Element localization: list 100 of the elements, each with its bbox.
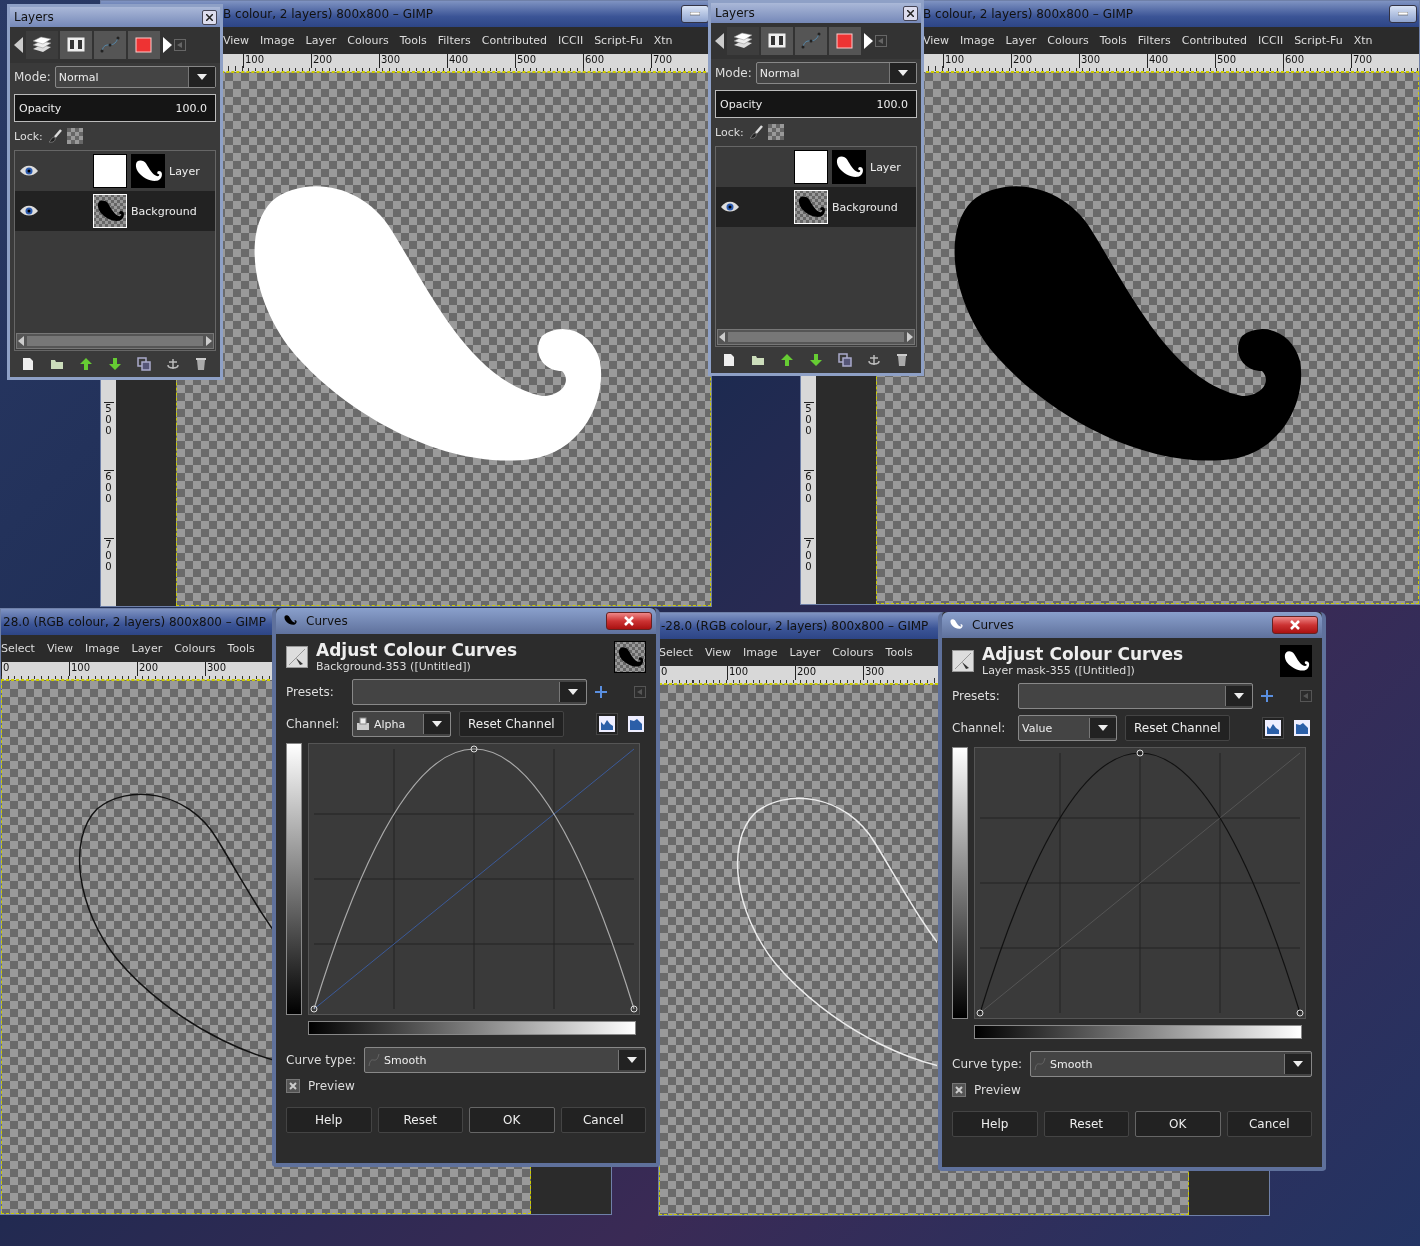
eye-icon[interactable]: [19, 164, 39, 178]
dialog-button[interactable]: Cancel: [560, 1107, 646, 1133]
anchor-icon[interactable]: [866, 353, 881, 367]
presets-dropdown[interactable]: [1018, 683, 1253, 709]
horizontal-scrollbar[interactable]: [16, 333, 214, 349]
close-button[interactable]: [1272, 616, 1318, 634]
reset-channel-button[interactable]: Reset Channel: [459, 711, 564, 737]
menu-item[interactable]: ICCII: [1258, 34, 1284, 47]
menu-item[interactable]: View: [923, 34, 950, 47]
menu-item[interactable]: Contributed: [1181, 34, 1248, 47]
down-arrow-icon[interactable]: [107, 357, 122, 371]
paintbrush-icon[interactable]: [747, 124, 764, 140]
dialog-heading: Adjust Colour Curves: [982, 644, 1185, 664]
curve-type-dropdown[interactable]: Smooth: [364, 1047, 646, 1073]
eye-icon[interactable]: [19, 204, 39, 218]
menu-item[interactable]: View: [46, 642, 74, 655]
menu-item[interactable]: Tools: [1099, 34, 1127, 47]
checkerboard-icon[interactable]: [767, 124, 784, 140]
opacity-slider[interactable]: Opacity 100.0: [715, 90, 917, 118]
curve-type-dropdown[interactable]: Smooth: [1030, 1051, 1312, 1077]
up-arrow-icon[interactable]: [780, 353, 795, 367]
menu-item[interactable]: Layer: [1005, 34, 1037, 47]
duplicate-icon[interactable]: [136, 357, 151, 371]
folder-icon[interactable]: [50, 357, 65, 371]
left-arrow-icon[interactable]: [14, 37, 24, 53]
menu-item[interactable]: View: [704, 646, 732, 659]
menu-item[interactable]: Layer: [305, 34, 337, 47]
folder-icon[interactable]: [751, 353, 766, 367]
close-button[interactable]: [202, 9, 217, 25]
channel-dropdown[interactable]: Alpha: [352, 711, 451, 737]
menu-item[interactable]: Image: [260, 34, 295, 47]
mode-dropdown[interactable]: Normal: [755, 62, 917, 84]
eye-icon[interactable]: [720, 200, 740, 214]
menu-item[interactable]: Xtn: [653, 34, 673, 47]
minimize-button[interactable]: [681, 5, 709, 23]
preview-checkbox[interactable]: [286, 1079, 300, 1093]
dialog-button[interactable]: OK: [1135, 1111, 1221, 1137]
log-histogram-button[interactable]: [626, 714, 646, 734]
menu-item[interactable]: Contributed: [481, 34, 548, 47]
menu-item[interactable]: Tools: [885, 646, 913, 659]
menu-item[interactable]: Tools: [227, 642, 255, 655]
menu-item[interactable]: Select: [1, 642, 35, 655]
menu-item[interactable]: Colours: [832, 646, 874, 659]
menu-item[interactable]: Image: [85, 642, 120, 655]
channel-dropdown[interactable]: Value: [1018, 715, 1117, 741]
menu-item[interactable]: Filters: [437, 34, 471, 47]
add-icon[interactable]: [1261, 690, 1273, 702]
down-arrow-icon[interactable]: [808, 353, 823, 367]
menu-item[interactable]: Image: [960, 34, 995, 47]
close-button[interactable]: [606, 612, 652, 630]
dialog-button[interactable]: Help: [286, 1107, 372, 1133]
menu-item[interactable]: Colours: [347, 34, 389, 47]
dock-tab[interactable]: [761, 27, 793, 55]
dialog-button[interactable]: Cancel: [1226, 1111, 1312, 1137]
dialog-button[interactable]: OK: [469, 1107, 555, 1133]
anchor-icon[interactable]: [165, 357, 180, 371]
menu-item[interactable]: Tools: [399, 34, 427, 47]
up-arrow-icon[interactable]: [79, 357, 94, 371]
paintbrush-icon[interactable]: [46, 128, 63, 144]
menu-item[interactable]: Layer: [789, 646, 821, 659]
dialog-button[interactable]: Help: [952, 1111, 1038, 1137]
dock-tab[interactable]: [727, 27, 759, 55]
new-page-icon[interactable]: [722, 353, 737, 367]
layer-row[interactable]: Background: [716, 187, 916, 227]
layer-row[interactable]: Background: [15, 191, 215, 231]
dialog-button[interactable]: Reset: [377, 1107, 463, 1133]
menu-item[interactable]: ICCII: [558, 34, 584, 47]
checkerboard-icon[interactable]: [66, 128, 83, 144]
linear-histogram-button[interactable]: [596, 713, 618, 735]
dock-tab[interactable]: [26, 31, 58, 59]
minimize-button[interactable]: [1389, 5, 1417, 23]
right-arrow-icon[interactable]: [863, 33, 873, 49]
dialog-button[interactable]: Reset: [1043, 1111, 1129, 1137]
duplicate-icon[interactable]: [837, 353, 852, 367]
menu-item[interactable]: Script-Fu: [594, 34, 643, 47]
preview-checkbox[interactable]: [952, 1083, 966, 1097]
linear-histogram-button[interactable]: [1262, 717, 1284, 739]
right-arrow-icon[interactable]: [162, 37, 172, 53]
menu-item[interactable]: Layer: [131, 642, 163, 655]
left-arrow-icon[interactable]: [715, 33, 725, 49]
menu-item[interactable]: Colours: [1047, 34, 1089, 47]
menu-item[interactable]: View: [223, 34, 250, 47]
trash-icon[interactable]: [194, 357, 209, 371]
new-page-icon[interactable]: [21, 357, 36, 371]
menu-item[interactable]: Image: [743, 646, 778, 659]
menu-item[interactable]: Select: [659, 646, 693, 659]
menu-item[interactable]: Script-Fu: [1294, 34, 1343, 47]
dock-tab[interactable]: [60, 31, 92, 59]
reset-channel-button[interactable]: Reset Channel: [1125, 715, 1230, 741]
opacity-slider[interactable]: Opacity 100.0: [14, 94, 216, 122]
mode-dropdown[interactable]: Normal: [54, 66, 216, 88]
log-histogram-button[interactable]: [1292, 718, 1312, 738]
horizontal-scrollbar[interactable]: [717, 329, 915, 345]
close-button[interactable]: [903, 5, 918, 21]
menu-item[interactable]: Xtn: [1353, 34, 1373, 47]
presets-dropdown[interactable]: [352, 679, 587, 705]
menu-item[interactable]: Colours: [174, 642, 216, 655]
menu-item[interactable]: Filters: [1137, 34, 1171, 47]
add-icon[interactable]: [595, 686, 607, 698]
trash-icon[interactable]: [895, 353, 910, 367]
